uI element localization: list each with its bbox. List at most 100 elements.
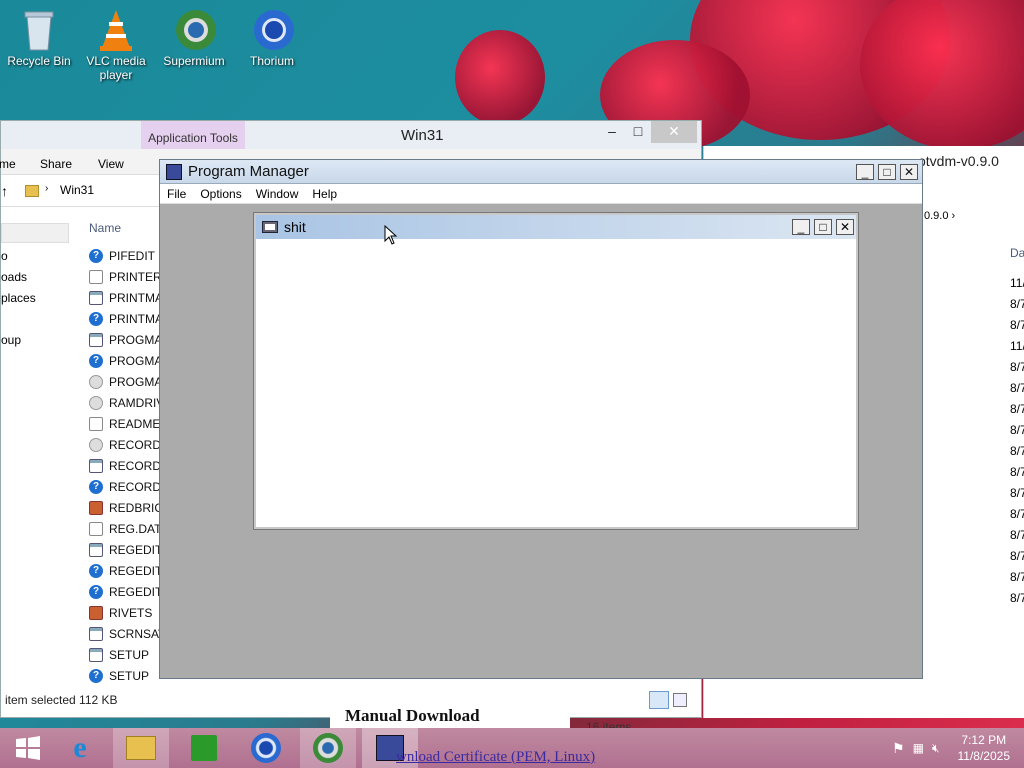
clock-date: 11/8/2025	[957, 749, 1011, 763]
program-manager-window[interactable]: Program Manager _ □ ✕ File Options Windo…	[159, 159, 923, 679]
minimize-button[interactable]: _	[792, 219, 810, 235]
large-icons-view-icon[interactable]	[673, 693, 687, 707]
minimize-button[interactable]: _	[856, 163, 874, 180]
menu-options[interactable]: Options	[193, 187, 248, 201]
desktop-icon-vlc[interactable]: VLC media player	[78, 4, 154, 82]
date-modified-cell: 11/	[1010, 339, 1024, 353]
file-name: RECORDI	[109, 437, 165, 452]
taskbar-thorium-button[interactable]	[238, 728, 294, 768]
volume-muted-icon[interactable]: 🔇︎	[932, 741, 940, 756]
document-icon	[89, 416, 103, 431]
date-modified-cell: 8/7	[1010, 318, 1024, 332]
nav-item[interactable]: oads	[1, 270, 27, 284]
recycle-bin-icon	[19, 8, 59, 51]
program-group-title: shit	[284, 219, 306, 235]
taskbar-store-button[interactable]	[176, 728, 232, 768]
desktop-icon-label: Recycle Bin	[7, 54, 71, 68]
folder-icon	[25, 185, 39, 197]
file-list-item[interactable]: ? PROGMA	[89, 350, 162, 371]
web-link[interactable]: wnload Certificate (PEM, Linux)	[396, 749, 595, 766]
nav-item[interactable]: places	[1, 291, 36, 305]
file-list-item[interactable]: ? RECORDI	[89, 476, 164, 497]
file-list-item[interactable]: ? PIFEDIT	[89, 245, 155, 266]
file-name: REGEDIT	[109, 542, 163, 557]
file-list-item[interactable]: RECORDI	[89, 434, 164, 455]
file-name: PROGMA	[109, 332, 163, 347]
start-button[interactable]	[0, 728, 56, 768]
gear-icon	[89, 395, 103, 410]
menu-file[interactable]: File	[160, 187, 193, 201]
file-name: PRINTMA	[109, 290, 163, 305]
date-modified-cell: 8/7	[1010, 381, 1024, 395]
file-list-item[interactable]: SCRNSAV	[89, 623, 166, 644]
maximize-button[interactable]: □	[623, 121, 653, 143]
application-tools-tab[interactable]: Application Tools	[141, 121, 245, 149]
file-list-item[interactable]: README	[89, 413, 160, 434]
file-name: README	[109, 416, 161, 431]
file-list-item[interactable]: PROGMA	[89, 329, 162, 350]
close-button[interactable]: ✕	[900, 163, 918, 180]
mouse-cursor-icon	[384, 225, 398, 245]
taskbar-explorer-button[interactable]	[113, 728, 169, 768]
gear-icon	[89, 437, 103, 452]
program-manager-workspace[interactable]: shit _ □ ✕	[160, 204, 922, 678]
file-list-item[interactable]: REDBRIC	[89, 497, 163, 518]
column-header-name[interactable]: Name	[89, 221, 121, 235]
desktop-icon-label: VLC media player	[86, 54, 146, 82]
up-arrow-icon[interactable]: ↑	[1, 183, 8, 199]
file-list-item[interactable]: RIVETS	[89, 602, 152, 623]
file-list-item[interactable]: ? PRINTMA	[89, 308, 163, 329]
program-manager-titlebar[interactable]: Program Manager _ □ ✕	[160, 160, 922, 184]
taskbar-ie-button[interactable]: e	[52, 728, 108, 768]
file-list-item[interactable]: SETUP	[89, 644, 149, 665]
close-button[interactable]: ✕	[651, 121, 697, 143]
taskbar-supermium-button[interactable]	[300, 728, 356, 768]
file-list-item[interactable]: PROGMA	[89, 371, 162, 392]
menu-window[interactable]: Window	[249, 187, 306, 201]
start-icon	[16, 736, 40, 760]
desktop-icon-supermium[interactable]: Supermium	[156, 4, 232, 68]
details-view-icon[interactable]	[649, 691, 669, 709]
wallpaper-petal	[455, 30, 545, 125]
window-icon	[89, 458, 103, 473]
ribbon-tab[interactable]: me	[0, 157, 16, 171]
file-list-item[interactable]: ? REGEDIT	[89, 560, 162, 581]
network-icon[interactable]: ▦	[913, 741, 924, 755]
file-list-item[interactable]: PRINTMA	[89, 287, 163, 308]
file-name: SCRNSAV	[109, 626, 167, 641]
ribbon-tab-share[interactable]: Share	[40, 157, 72, 171]
maximize-button[interactable]: □	[878, 163, 896, 180]
desktop-icon-thorium[interactable]: Thorium	[234, 4, 310, 68]
program-group-titlebar[interactable]: shit _ □ ✕	[256, 215, 856, 239]
file-name: REDBRIC	[109, 500, 164, 515]
file-name: PROGMA	[109, 353, 163, 368]
file-name: RECORDI	[109, 479, 165, 494]
nav-item[interactable]: o	[1, 249, 8, 263]
date-modified-cell: 11/	[1010, 276, 1024, 290]
file-list-item[interactable]: RAMDRIV	[89, 392, 164, 413]
file-list-item[interactable]: REGEDIT	[89, 539, 162, 560]
explorer-titlebar[interactable]: Application Tools Win31 – □ ✕	[1, 121, 701, 149]
file-list-item[interactable]: PRINTER	[89, 266, 162, 287]
nav-item[interactable]: oup	[1, 333, 21, 347]
close-button[interactable]: ✕	[836, 219, 854, 235]
store-icon	[191, 735, 217, 761]
clock-time: 7:12 PM	[961, 733, 1007, 747]
program-group-window[interactable]: shit _ □ ✕	[253, 212, 859, 530]
clock[interactable]: 7:12 PM 11/8/2025	[944, 732, 1024, 764]
window-icon	[89, 290, 103, 305]
date-modified-cell: 8/7	[1010, 444, 1024, 458]
action-center-flag-icon[interactable]: ⚑	[892, 740, 905, 757]
file-list-item[interactable]: RECORDI	[89, 455, 164, 476]
maximize-button[interactable]: □	[814, 219, 832, 235]
taskbar: e wnload Certificate (PEM, Linux) ⚑ ▦ 🔇︎…	[0, 728, 1024, 768]
column-header-date[interactable]: Da	[1010, 246, 1024, 260]
menu-help[interactable]: Help	[305, 187, 344, 201]
date-modified-cell: 8/7	[1010, 465, 1024, 479]
window-icon	[89, 626, 103, 641]
desktop-icon-recycle-bin[interactable]: Recycle Bin	[1, 4, 77, 68]
file-list-item[interactable]: ? SETUP	[89, 665, 149, 686]
nav-pane-header	[1, 223, 69, 243]
ribbon-tab-view[interactable]: View	[98, 157, 124, 171]
file-list-item[interactable]: REG.DAT	[89, 518, 161, 539]
